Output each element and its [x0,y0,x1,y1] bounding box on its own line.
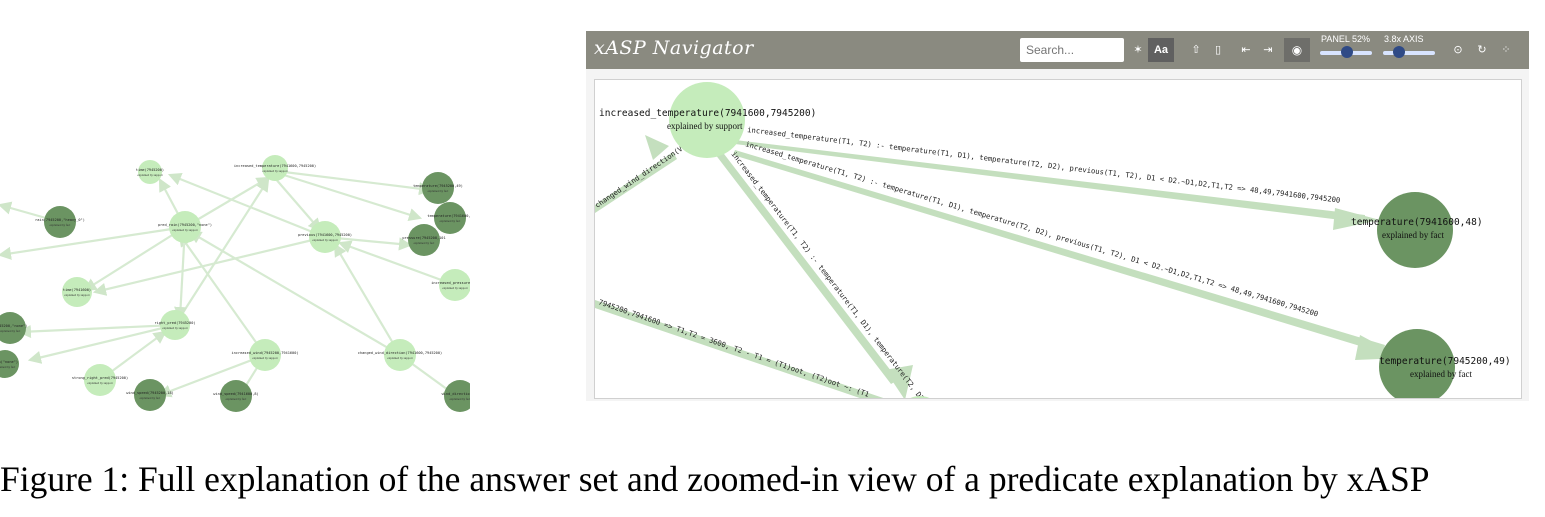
left-node-pred[interactable] [169,211,201,243]
left-node-sub: explained by fact [50,223,71,227]
left-node-sub: explained by support [137,173,162,177]
left-node-sub: explained by fact [0,329,20,333]
left-node-label: temperature(7941600,4 [427,214,470,218]
left-node-sub: explained by support [387,356,412,360]
node-label-temp49: temperature(7945200,49) [1379,356,1511,367]
left-node-label: wind_direction(79 [442,392,470,396]
left-node-temp_b[interactable] [434,202,466,234]
search-input[interactable] [1020,38,1124,62]
left-node-label: rain(7945200,"heavy_0") [35,218,85,222]
edge-label-5: changed_wind_direction(Vi [595,142,688,210]
full-explanation-graph: time(7945200)explained by supportincreas… [0,155,470,412]
target-icon[interactable]: ⊙ [1448,40,1468,60]
left-node-sub: explained by support [162,326,187,330]
left-node-temp_a[interactable] [422,172,454,204]
left-node-sub: explained by fact [414,241,435,245]
left-node-rp1[interactable] [0,312,26,344]
panel-slider-label: PANEL 52% [1321,34,1371,44]
zoomed-graph: increased_temperature(T1, T2) :- tempera… [595,82,1511,398]
left-node-sub: explained by support [172,228,197,232]
refresh-icon[interactable]: ↻ [1472,40,1492,60]
left-node-label: increased_wind(7945200,7941600) [231,351,298,355]
xasp-navigator-window: xASP Navigator ✶ Aa ⇧ ▯ ⇤ ⇥ ◉ PANEL 52% … [586,31,1529,401]
left-node-rain[interactable] [44,206,76,238]
node-increased-temperature[interactable] [669,82,745,158]
left-node-sub: explained by support [312,238,337,242]
graph-canvas[interactable]: increased_temperature(T1, T2) :- tempera… [594,79,1522,399]
left-node-sub: explained by support [87,381,112,385]
left-node-sub: explained by fact [440,219,461,223]
left-node-sub: explained by support [64,293,89,297]
left-node-label: temperature(7945200,49) [413,184,463,188]
left-node-inc[interactable] [262,155,288,181]
forward-icon[interactable]: ⇥ [1258,40,1278,60]
left-node-sub: explained by fact [428,189,449,193]
left-node-wd[interactable] [444,380,470,412]
font-toggle-button[interactable]: Aa [1148,38,1174,62]
left-node-sub: explained by fact [450,397,470,401]
left-node-incp[interactable] [439,269,470,301]
left-node-sub: explained by support [252,356,277,360]
left-node-sub: explained by fact [140,396,161,400]
navigator-toolbar: xASP Navigator ✶ Aa ⇧ ▯ ⇤ ⇥ ◉ PANEL 52% … [586,31,1529,69]
node-label-increased: increased_temperature(7941600,7945200) [599,108,816,119]
left-node-sub: explained by fact [226,397,247,401]
left-node-strong[interactable] [84,364,116,396]
left-node-label: changed_wind_direction(7941600,7945200) [358,351,442,355]
edge-label-4: 7945200,7941600 => T1,T2 = 3600, T2 - T1… [597,297,870,398]
left-node-time2[interactable] [62,277,92,307]
node-label-temp48: temperature(7941600,48) [1351,217,1483,228]
left-node-chw[interactable] [384,339,416,371]
left-node-label: pressure(7945200,101 [402,236,445,240]
left-node-label: (7945200,"none") [0,324,27,328]
node-sub-temp49: explained by fact [1410,369,1472,379]
left-node-label: time(7941600) [63,288,91,292]
left-node-previous[interactable] [309,221,341,253]
left-node-label: strong_right_pred(7945200) [72,376,128,380]
left-node-label: increased_pressure(794 [431,281,470,285]
figure-caption: Figure 1: Full explanation of the answer… [0,459,1430,499]
left-node-rp2[interactable] [0,350,19,378]
axis-slider[interactable] [1383,51,1435,55]
left-node-label: previous(7941600,7945200) [298,233,352,237]
share-icon[interactable]: ⇧ [1186,40,1206,60]
left-node-pressure[interactable] [408,224,440,256]
left-node-label: right_pred(7945200) [154,321,195,325]
left-node-sub: explained by support [262,169,287,173]
magic-icon[interactable]: ✶ [1128,40,1148,60]
left-node-right[interactable] [160,310,190,340]
left-node-ws1[interactable] [134,379,166,411]
panel-slider-knob[interactable] [1341,46,1354,58]
left-node-label: wind_speed(7941600,8) [213,392,258,396]
left-node-label: increased_temperature(7941600,7945200) [234,164,316,168]
back-icon[interactable]: ⇤ [1236,40,1256,60]
left-node-sub: explained by fact [0,365,15,369]
left-node-sub: explained by support [442,286,467,290]
bookmark-icon[interactable]: ▯ [1208,40,1228,60]
eye-icon[interactable]: ◉ [1284,38,1310,62]
node-sub-temp48: explained by fact [1382,230,1444,240]
left-node-wind[interactable] [249,339,281,371]
axis-slider-knob[interactable] [1392,46,1405,58]
left-node-label: time(7945200) [136,168,164,172]
left-node-ws2[interactable] [220,380,252,412]
left-node-label: pred_rain(7945200,"none") [158,223,212,227]
node-sub-increased: explained by support [667,121,743,131]
left-node-time1[interactable] [138,160,162,184]
grid-icon[interactable]: ⁘ [1496,40,1516,60]
left-node-label: rain("none") [0,360,18,364]
left-node-label: wind_speed(7945200,18) [126,391,174,395]
axis-slider-label: 3.8x AXIS [1384,34,1424,44]
app-title: xASP Navigator [594,37,754,59]
